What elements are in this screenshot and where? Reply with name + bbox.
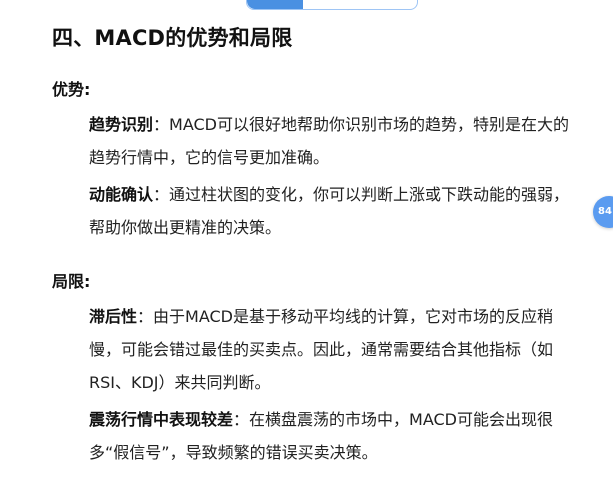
top-scroll-tab[interactable] [246, 0, 418, 10]
limitations-label: 局限: [52, 272, 91, 291]
advantage-item-trend: 趋势识别：MACD可以很好地帮助你识别市场的趋势，特别是在大的趋势行情中，它的信… [89, 108, 579, 174]
advantage-item-momentum: 动能确认：通过柱状图的变化，你可以判断上涨或下跌动能的强弱，帮助你做出更精准的决… [89, 178, 579, 244]
advantage-term: 动能确认 [89, 185, 154, 204]
side-float-badge[interactable]: 84 [593, 196, 613, 228]
advantage-term: 趋势识别 [89, 115, 154, 134]
limitation-item-range: 震荡行情中表现较差：在横盘震荡的市场中，MACD可能会出现很多“假信号”，导致频… [89, 403, 579, 469]
limitation-item-lag: 滞后性：由于MACD是基于移动平均线的计算，它对市场的反应稍慢，可能会错过最佳的… [89, 300, 579, 399]
section-heading: 四、MACD的优势和局限 [52, 26, 293, 50]
advantages-label: 优势: [52, 80, 91, 99]
document-page: 四、MACD的优势和局限 优势: 趋势识别：MACD可以很好地帮助你识别市场的趋… [0, 0, 613, 483]
advantage-text: ：通过柱状图的变化，你可以判断上涨或下跌动能的强弱，帮助你做出更精准的决策。 [89, 185, 570, 237]
limitation-term: 滞后性 [89, 307, 138, 326]
top-scroll-tab-active [247, 0, 303, 9]
limitation-term: 震荡行情中表现较差 [89, 410, 234, 429]
limitation-text: ：由于MACD是基于移动平均线的计算，它对市场的反应稍慢，可能会错过最佳的买卖点… [89, 307, 554, 392]
advantage-text: ：MACD可以很好地帮助你识别市场的趋势，特别是在大的趋势行情中，它的信号更加准… [89, 115, 569, 167]
